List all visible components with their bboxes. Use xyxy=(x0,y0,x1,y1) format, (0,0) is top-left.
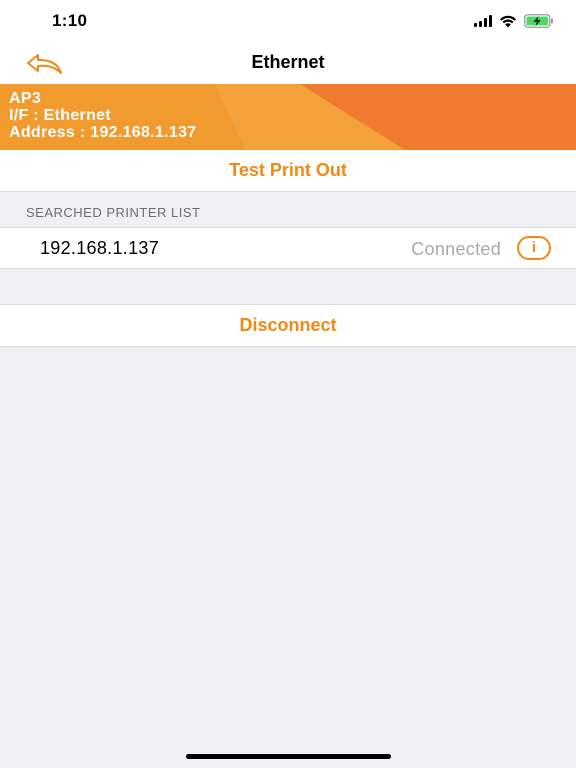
printer-settings-screen: 1:10 Ethernet AP3 I/F: Ethernet Address… xyxy=(0,0,576,768)
printer-list-address: 192.168.1.137 xyxy=(40,238,160,258)
page-title: Ethernet xyxy=(251,52,325,72)
test-print-row: Test Print Out xyxy=(0,150,576,192)
printer-model: AP3 xyxy=(9,90,42,107)
battery-charging-icon xyxy=(524,14,553,28)
disconnect-button[interactable]: Disconnect xyxy=(0,305,576,345)
cellular-signal-icon xyxy=(474,15,492,27)
section-header-printer-list: SEARCHED PRINTER LIST xyxy=(26,205,201,220)
printer-info-banner: AP3 I/F : Ethernet Address : 192.168.1.1… xyxy=(0,84,576,150)
status-time: 1:10 xyxy=(52,11,88,30)
banner-text: AP3 I/F : Ethernet Address : 192.168.1.1… xyxy=(9,90,196,141)
test-print-button[interactable]: Test Print Out xyxy=(0,150,576,190)
disconnect-row: Disconnect xyxy=(0,304,576,347)
printer-address: Address : 192.168.1.137 xyxy=(9,124,197,141)
info-icon: i xyxy=(531,239,537,256)
info-button[interactable]: i xyxy=(517,236,551,260)
status-bar: 1:10 xyxy=(0,0,576,44)
navigation-bar: Ethernet xyxy=(0,44,576,84)
wifi-icon xyxy=(500,15,516,28)
printer-list-item[interactable]: 192.168.1.137 Connected i xyxy=(0,227,576,269)
home-indicator xyxy=(186,754,391,759)
connection-status: Connected xyxy=(411,239,501,259)
printer-interface: I/F : Ethernet xyxy=(9,107,111,124)
status-icons xyxy=(474,13,554,29)
